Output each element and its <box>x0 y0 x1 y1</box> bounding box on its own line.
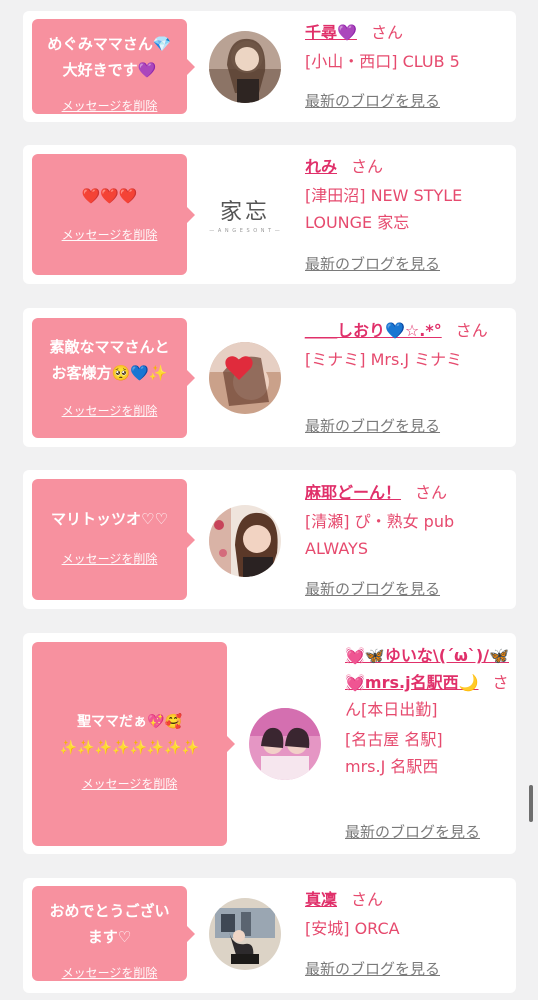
honorific: さん <box>455 321 488 340</box>
card-info: 💓🦋ゆいな\(´ω`)/🦋💓mrs.j名駅西🌙 さん[本日出勤] [名古屋 名駅]… <box>345 642 510 780</box>
shop-label: [津田沼] NEW STYLE LOUNGE 家忘 <box>305 186 463 232</box>
message-text: マリトッツオ♡♡ <box>51 510 168 528</box>
cast-name-link[interactable]: 千尋💜 <box>305 23 357 42</box>
latest-blog-link[interactable]: 最新のブログを見る <box>305 90 440 111</box>
honorific: さん <box>351 157 384 176</box>
cast-name-link[interactable]: 真凜 <box>305 890 337 909</box>
delete-message-link[interactable]: メッセージを削除 <box>32 97 187 114</box>
latest-blog-link[interactable]: 最新のブログを見る <box>305 578 440 599</box>
latest-blog-link[interactable]: 最新のブログを見る <box>305 958 440 979</box>
message-bubble: マリトッツオ♡♡ メッセージを削除 <box>32 479 195 600</box>
cast-name-link[interactable]: 麻耶どーん！ <box>305 483 401 502</box>
shop-label: [清瀬] ぴ・熟女 pub ALWAYS <box>305 512 455 558</box>
message-card: おめでとうござい ます♡ メッセージを削除 真凜 さん [安城] ORCA 最新の… <box>23 878 516 993</box>
message-bubble: めぐみママさん💎 大好きです💜 メッセージを削除 <box>32 19 195 114</box>
card-info: 麻耶どーん！ さん [清瀬] ぴ・熟女 pub ALWAYS <box>305 479 510 562</box>
message-card: めぐみママさん💎 大好きです💜 メッセージを削除 千尋💜 さん [小山・西口] C… <box>23 11 516 122</box>
delete-message-link[interactable]: メッセージを削除 <box>32 964 187 981</box>
avatar[interactable] <box>209 31 281 103</box>
shop-label: [ミナミ] Mrs.J ミナミ <box>305 350 463 369</box>
scrollbar-thumb[interactable] <box>529 785 533 822</box>
honorific: さん <box>351 890 384 909</box>
delete-message-link[interactable]: メッセージを削除 <box>32 775 227 792</box>
delete-message-link[interactable]: メッセージを削除 <box>32 402 187 419</box>
card-info: ＿＿しおり💙☆.*° さん [ミナミ] Mrs.J ミナミ <box>305 317 510 373</box>
avatar[interactable]: 家忘 — A N G E S O N T — <box>209 178 281 250</box>
message-bubble: おめでとうござい ます♡ メッセージを削除 <box>32 886 195 981</box>
avatar[interactable] <box>209 505 281 577</box>
message-bubble: 素敵なママさんと お客様方🥺💙✨ メッセージを削除 <box>32 318 195 438</box>
shop-label: [名古屋 名駅] mrs.J 名駅西 <box>345 730 443 776</box>
shop-logo-text: 家忘 <box>219 200 270 225</box>
honorific: さん <box>415 483 448 502</box>
message-text: おめでとうござい ます♡ <box>49 902 170 946</box>
avatar[interactable] <box>209 342 281 414</box>
card-info: 千尋💜 さん [小山・西口] CLUB 5 <box>305 19 510 75</box>
card-info: れみ さん [津田沼] NEW STYLE LOUNGE 家忘 <box>305 153 510 236</box>
latest-blog-link[interactable]: 最新のブログを見る <box>305 253 440 274</box>
message-text: ❤️❤️❤️ <box>81 187 138 205</box>
message-card: 素敵なママさんと お客様方🥺💙✨ メッセージを削除 ＿＿しおり💙☆.*° さん [… <box>23 308 516 447</box>
delete-message-link[interactable]: メッセージを削除 <box>32 550 187 567</box>
message-text: めぐみママさん💎 大好きです💜 <box>47 35 172 79</box>
message-card: 聖ママだぁ💖🥰 ✨✨✨✨✨✨✨✨ メッセージを削除 💓🦋ゆいな\(´ω`)/🦋💓… <box>23 633 516 854</box>
shop-label: [小山・西口] CLUB 5 <box>305 52 460 71</box>
message-bubble: ❤️❤️❤️ メッセージを削除 <box>32 154 195 275</box>
card-info: 真凜 さん [安城] ORCA <box>305 886 510 942</box>
message-text: 素敵なママさんと お客様方🥺💙✨ <box>49 338 170 382</box>
cast-name-link[interactable]: ＿＿しおり💙☆.*° <box>305 321 442 340</box>
message-bubble: 聖ママだぁ💖🥰 ✨✨✨✨✨✨✨✨ メッセージを削除 <box>32 642 235 846</box>
honorific: さん <box>370 23 403 42</box>
message-card: マリトッツオ♡♡ メッセージを削除 麻耶どーん！ さん [清瀬] ぴ・熟女 pub… <box>23 470 516 609</box>
latest-blog-link[interactable]: 最新のブログを見る <box>305 415 440 436</box>
avatar[interactable] <box>249 708 321 780</box>
message-text: 聖ママだぁ💖🥰 ✨✨✨✨✨✨✨✨ <box>59 714 200 756</box>
latest-blog-link[interactable]: 最新のブログを見る <box>345 821 480 842</box>
avatar[interactable] <box>209 898 281 970</box>
shop-logo-subtext: — A N G E S O N T — <box>209 228 281 234</box>
message-card-list: めぐみママさん💎 大好きです💜 メッセージを削除 千尋💜 さん [小山・西口] C… <box>0 0 538 1000</box>
message-card: ❤️❤️❤️ メッセージを削除 家忘 — A N G E S O N T — れ… <box>23 145 516 284</box>
cast-name-link[interactable]: れみ <box>305 157 337 176</box>
shop-label: [安城] ORCA <box>305 919 400 938</box>
delete-message-link[interactable]: メッセージを削除 <box>32 226 187 243</box>
cast-name-link[interactable]: 💓🦋ゆいな\(´ω`)/🦋💓mrs.j名駅西🌙 <box>345 646 509 692</box>
